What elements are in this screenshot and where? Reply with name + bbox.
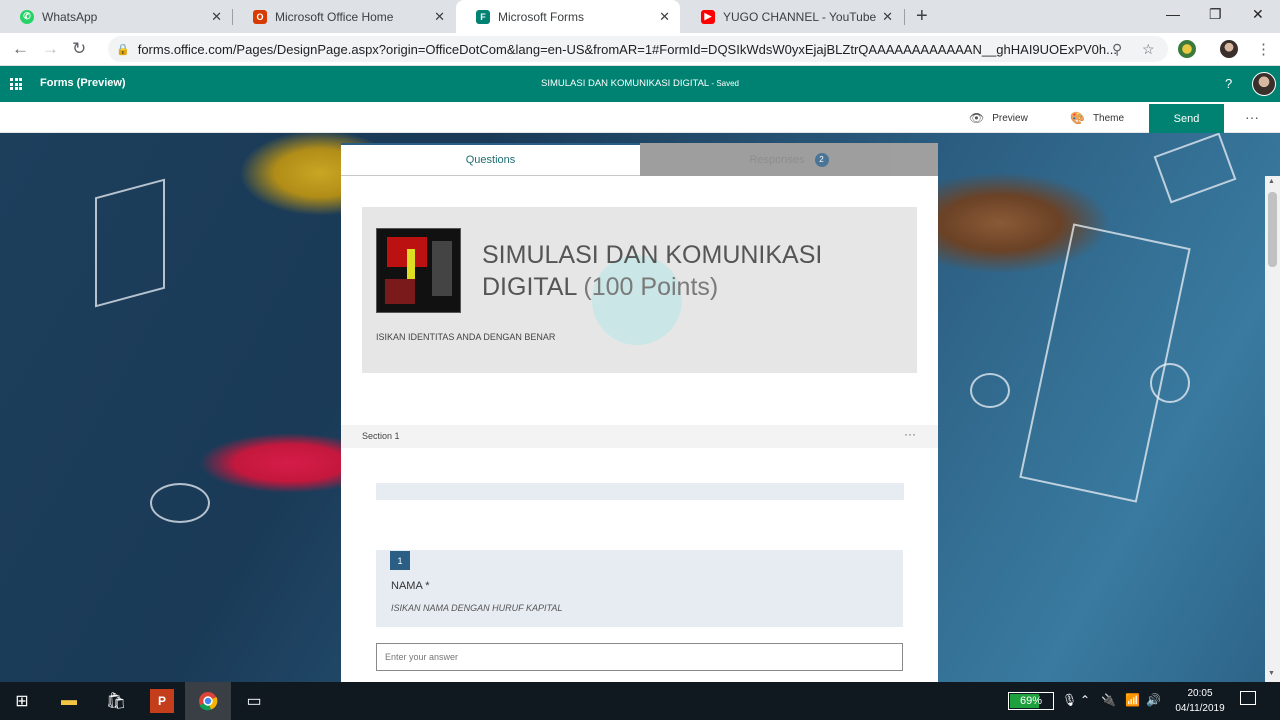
app-launcher-icon[interactable] (10, 78, 22, 90)
scroll-down-icon[interactable]: ▼ (1268, 670, 1275, 677)
chalk-drawing (150, 483, 210, 523)
whatsapp-icon: ✆ (20, 9, 34, 24)
battery-indicator[interactable]: 69% (1008, 692, 1054, 710)
browser-menu-icon[interactable]: ⋮ (1256, 40, 1271, 58)
more-options-icon[interactable]: ··· (1245, 109, 1259, 125)
section-header[interactable]: Section 1 ··· (341, 425, 938, 448)
notification-icon[interactable] (1240, 691, 1256, 705)
back-icon[interactable]: ← (12, 39, 29, 59)
theme-button[interactable]: 🎨 Theme (1070, 111, 1124, 125)
tab-divider (904, 9, 905, 25)
tab-microsoft-forms[interactable]: F Microsoft Forms ✕ (456, 0, 680, 33)
form-description[interactable]: ISIKAN IDENTITAS ANDA DENGAN BENAR (376, 332, 555, 342)
question-number: 1 (390, 551, 410, 570)
url-bar[interactable]: 🔒 forms.office.com/Pages/DesignPage.aspx… (108, 36, 1168, 62)
new-tab-button[interactable]: + (916, 5, 928, 28)
questions-tab-label: Questions (465, 154, 516, 166)
chalk-drawing (1153, 133, 1237, 204)
chalk-drawing (1150, 363, 1190, 403)
form-title[interactable]: SIMULASI DAN KOMUNIKASI DIGITAL (100 Poi… (482, 239, 882, 303)
forward-icon[interactable]: → (42, 39, 59, 59)
document-title: SIMULASI DAN KOMUNIKASI DIGITAL - Saved (340, 78, 940, 89)
system-clock[interactable]: 20:05 04/11/2019 (1165, 686, 1235, 716)
form-total-points: (100 Points) (583, 273, 719, 301)
browser-tab-strip: ✆ WhatsApp ✕ O Microsoft Office Home ✕ F… (0, 0, 1280, 33)
eye-icon: 👁 (969, 111, 985, 125)
close-icon[interactable]: ✕ (434, 9, 445, 25)
tab-title: YUGO CHANNEL - YouTube (723, 9, 877, 24)
responses-tab-label: Responses (749, 153, 805, 166)
close-icon[interactable]: ✕ (211, 9, 222, 25)
volume-icon[interactable]: 🔊 (1146, 693, 1161, 707)
tab-responses[interactable]: Responses 2 (640, 143, 938, 176)
store-icon[interactable]: 🛍 (104, 689, 128, 713)
answer-input[interactable] (376, 643, 903, 671)
section-title-field[interactable] (376, 483, 904, 500)
send-button[interactable]: Send (1149, 104, 1224, 133)
windows-start-icon[interactable]: ⊞ (10, 689, 34, 713)
document-title-text: SIMULASI DAN KOMUNIKASI DIGITAL (540, 78, 710, 89)
form-header-card[interactable]: SIMULASI DAN KOMUNIKASI DIGITAL (100 Poi… (362, 207, 917, 373)
save-status: - Saved (709, 79, 739, 88)
close-icon[interactable]: ✕ (659, 9, 670, 25)
youtube-icon: ▶ (701, 9, 715, 24)
minimize-icon[interactable]: — (1166, 6, 1180, 22)
powerpoint-icon[interactable]: P (150, 689, 174, 713)
tab-whatsapp[interactable]: ✆ WhatsApp ✕ (0, 0, 232, 33)
office-icon: O (253, 9, 267, 24)
theme-label: Theme (1092, 112, 1125, 124)
address-toolbar: ← → ↻ 🔒 forms.office.com/Pages/DesignPag… (0, 33, 1280, 66)
question-card[interactable]: 1 NAMA * ISIKAN NAMA DENGAN HURUF KAPITA… (376, 550, 903, 627)
scrollbar-thumb[interactable] (1268, 192, 1277, 267)
power-icon[interactable]: 🔌 (1101, 693, 1116, 707)
close-icon[interactable]: ✕ (882, 9, 893, 25)
zoom-icon[interactable]: ⚲ (1112, 41, 1122, 58)
question-subtitle: ISIKAN NAMA DENGAN HURUF KAPITAL (391, 603, 563, 613)
microphone-icon[interactable]: 🎙 (1062, 693, 1077, 707)
page-scrollbar[interactable]: ▲ ▼ (1265, 176, 1280, 682)
tab-title: Microsoft Office Home (275, 9, 394, 24)
close-window-icon[interactable]: ✕ (1252, 6, 1264, 23)
chalk-drawing (95, 178, 165, 308)
preview-label: Preview (992, 112, 1028, 124)
preview-button[interactable]: 👁 Preview (969, 111, 1028, 125)
file-explorer-icon[interactable]: ▬ (57, 689, 81, 713)
clock-time: 20:05 (1187, 688, 1213, 699)
tab-title: Microsoft Forms (498, 9, 585, 24)
app-name[interactable]: Forms (Preview) (40, 77, 126, 89)
tab-youtube[interactable]: ▶ YUGO CHANNEL - YouTube ✕ (681, 0, 903, 33)
tab-office-home[interactable]: O Microsoft Office Home ✕ (233, 0, 455, 33)
chalk-drawing (970, 373, 1010, 408)
windows-taskbar: ⊞ ▬ 🛍 P ▭ 69% 🎙 ⌃ 🔌 📶 🔊 20:05 04/11/2019 (0, 682, 1280, 720)
question-title: NAMA * (391, 580, 430, 592)
extension-icon[interactable] (1178, 40, 1196, 58)
forms-header-bar: Forms (Preview) SIMULASI DAN KOMUNIKASI … (0, 66, 1280, 102)
battery-percent: 69% (1019, 695, 1043, 707)
command-bar: 👁 Preview 🎨 Theme Send ··· (0, 102, 1280, 133)
form-panel: Questions Responses 2 SIMULASI DAN KOMUN… (341, 143, 938, 682)
tab-title: WhatsApp (42, 9, 98, 24)
tray-expand-icon[interactable]: ⌃ (1080, 693, 1090, 707)
section-menu-icon[interactable]: ··· (904, 427, 916, 441)
wifi-icon[interactable]: 📶 (1125, 693, 1140, 707)
tab-questions[interactable]: Questions (341, 143, 640, 176)
chrome-icon[interactable] (196, 689, 220, 713)
user-avatar[interactable] (1252, 72, 1276, 96)
scroll-up-icon[interactable]: ▲ (1268, 178, 1275, 185)
forms-icon: F (476, 9, 490, 24)
help-icon[interactable]: ? (1225, 76, 1232, 91)
clock-date: 04/11/2019 (1175, 703, 1225, 714)
restore-icon[interactable]: ❐ (1209, 6, 1222, 23)
responses-count-badge: 2 (814, 152, 829, 167)
palette-icon: 🎨 (1070, 111, 1085, 125)
screen-recorder-icon[interactable]: ▭ (242, 689, 266, 713)
bookmark-star-icon[interactable]: ☆ (1142, 41, 1155, 58)
lock-icon: 🔒 (116, 43, 130, 56)
form-header-image[interactable] (376, 228, 461, 313)
profile-avatar[interactable] (1220, 40, 1238, 58)
reload-icon[interactable]: ↻ (72, 39, 86, 59)
url-text: forms.office.com/Pages/DesignPage.aspx?o… (137, 41, 1117, 57)
section-label: Section 1 (362, 431, 400, 441)
